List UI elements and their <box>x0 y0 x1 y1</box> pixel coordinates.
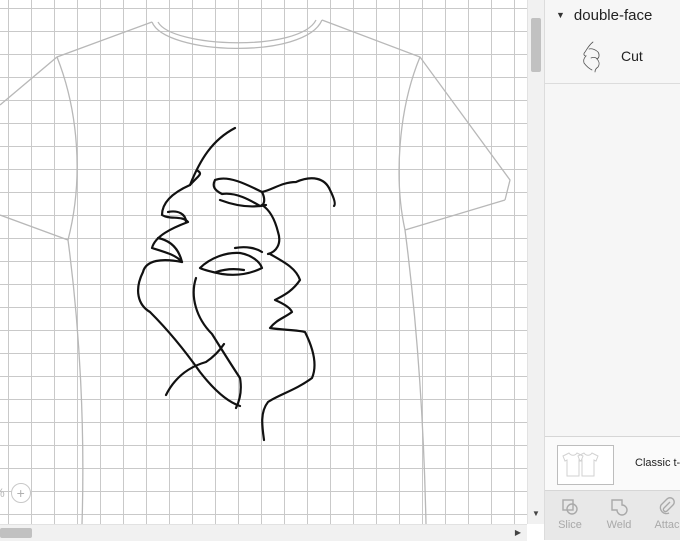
scroll-right-arrow-icon[interactable]: ▶ <box>515 528 521 537</box>
attach-button[interactable]: Attac <box>645 495 680 531</box>
design-canvas[interactable]: % + <box>0 0 527 524</box>
layer-operation-label: Cut <box>621 48 643 64</box>
weld-label: Weld <box>606 519 632 531</box>
horizontal-scrollbar[interactable]: ▶ <box>0 524 527 541</box>
line-art-faces <box>136 126 336 442</box>
layers-panel: ▼ double-face Cut Classic t- Slice Weld … <box>544 0 680 540</box>
attach-icon <box>659 497 675 515</box>
zoom-value: % <box>0 486 5 500</box>
slice-icon <box>562 499 578 515</box>
zoom-control: % + <box>0 483 31 503</box>
layer-item[interactable]: Cut <box>545 36 680 76</box>
layer-thumbnail <box>583 41 600 73</box>
tools-bar: Slice Weld Attac <box>545 490 680 540</box>
canvas-artwork <box>0 19 511 524</box>
canvas-swatch[interactable] <box>557 445 614 485</box>
horizontal-scroll-thumb[interactable] <box>0 528 32 538</box>
slice-label: Slice <box>558 519 582 531</box>
layer-group-name: double-face <box>573 6 653 24</box>
panel-divider <box>545 83 680 84</box>
zoom-in-button[interactable]: + <box>10 483 31 503</box>
scroll-down-arrow-icon[interactable]: ▼ <box>532 509 540 518</box>
tshirt-icon <box>562 452 599 477</box>
canvas-selector[interactable]: Classic t- <box>545 436 680 491</box>
attach-label: Attac <box>654 519 680 531</box>
canvas-label: Classic t- <box>635 457 680 469</box>
layer-group-header[interactable]: ▼ double-face <box>545 0 680 30</box>
weld-button[interactable]: Weld <box>597 495 641 531</box>
slice-button[interactable]: Slice <box>548 495 592 531</box>
vertical-scroll-thumb[interactable] <box>531 18 541 72</box>
weld-icon <box>611 499 628 516</box>
vertical-scrollbar[interactable]: ▼ <box>527 0 544 524</box>
caret-down-icon[interactable]: ▼ <box>556 10 565 20</box>
